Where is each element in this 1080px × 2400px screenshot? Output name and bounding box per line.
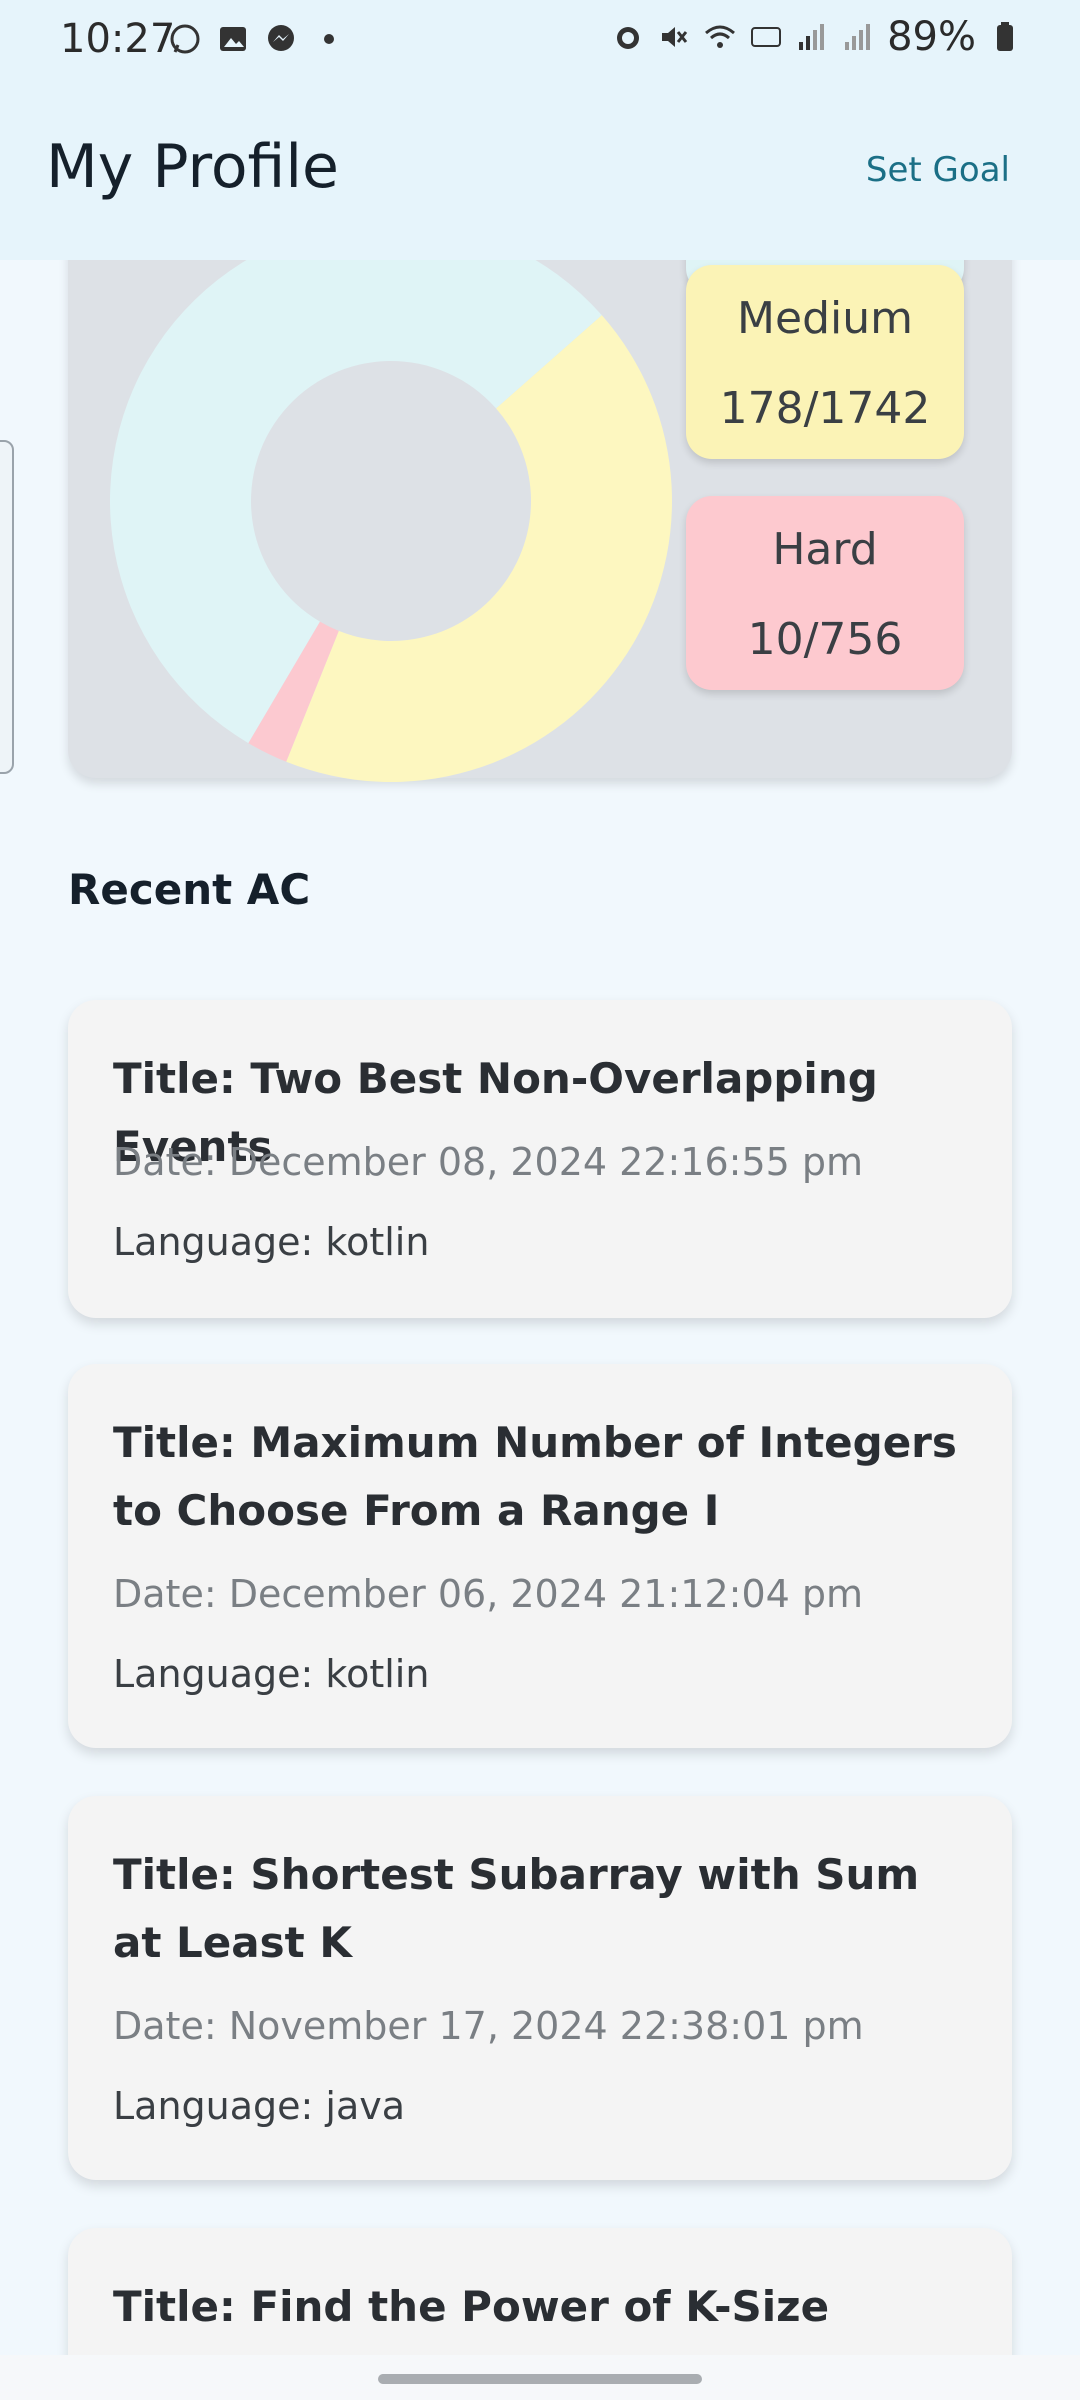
list-item[interactable]: Title: Maximum Number of Integers to Cho…	[68, 1364, 1012, 1748]
dot-icon	[324, 34, 334, 44]
signal-icon	[845, 24, 871, 50]
top-app-bar: My Profile Set Goal	[0, 80, 1080, 260]
set-goal-button[interactable]: Set Goal	[866, 150, 1010, 190]
home-indicator[interactable]	[378, 2374, 702, 2384]
submission-language: Language: kotlin	[113, 1220, 430, 1264]
battery-icon	[997, 22, 1013, 51]
whatsapp-icon	[170, 24, 200, 54]
gallery-icon	[220, 27, 246, 51]
messenger-icon	[268, 25, 294, 51]
submission-date: Date: December 06, 2024 21:12:04 pm	[113, 1572, 864, 1616]
medium-label: Medium	[737, 293, 913, 344]
difficulty-donut-chart	[110, 260, 672, 782]
page-title: My Profile	[46, 132, 339, 202]
submission-title: Title: Find the Power of K-Size Subarray…	[113, 2282, 830, 2355]
side-panel-edge[interactable]	[0, 440, 14, 774]
hard-label: Hard	[772, 524, 878, 575]
battery-percent: 89%	[887, 14, 976, 60]
notification-icons	[168, 22, 346, 56]
recent-ac-heading: Recent AC	[68, 865, 311, 914]
list-item[interactable]: Title: Find the Power of K-Size Subarray…	[68, 2228, 1012, 2355]
signal-icon	[799, 24, 825, 50]
system-icons: 89%	[611, 14, 1022, 60]
mute-icon	[662, 27, 688, 47]
alarm-icon	[617, 27, 640, 49]
submission-language: Language: java	[113, 2084, 406, 2128]
submission-title: Title: Shortest Subarray with Sum at Lea…	[113, 1850, 920, 1967]
submission-date: Date: December 08, 2024 22:16:55 pm	[113, 1140, 864, 1184]
list-item[interactable]: Title: Shortest Subarray with Sum at Lea…	[68, 1796, 1012, 2180]
hard-stat-box: Hard 10/756	[686, 496, 964, 690]
status-time: 10:27	[60, 16, 176, 62]
status-bar: 10:27 89%	[0, 0, 1080, 80]
submission-date: Date: November 17, 2024 22:38:01 pm	[113, 2004, 864, 2048]
list-item[interactable]: Title: Two Best Non-Overlapping Events D…	[68, 1000, 1012, 1318]
medium-stat-box: Medium 178/1742	[686, 265, 964, 459]
medium-value: 178/1742	[719, 383, 931, 434]
solved-stats-card: Medium 178/1742 Hard 10/756	[68, 260, 1012, 782]
hard-value: 10/756	[747, 614, 903, 665]
wifi-icon	[705, 25, 736, 48]
volte-icon	[751, 27, 782, 47]
profile-content[interactable]: Medium 178/1742 Hard 10/756 Recent AC Ti…	[0, 260, 1080, 2355]
submission-language: Language: kotlin	[113, 1652, 430, 1696]
submission-title: Title: Maximum Number of Integers to Cho…	[113, 1418, 957, 1535]
